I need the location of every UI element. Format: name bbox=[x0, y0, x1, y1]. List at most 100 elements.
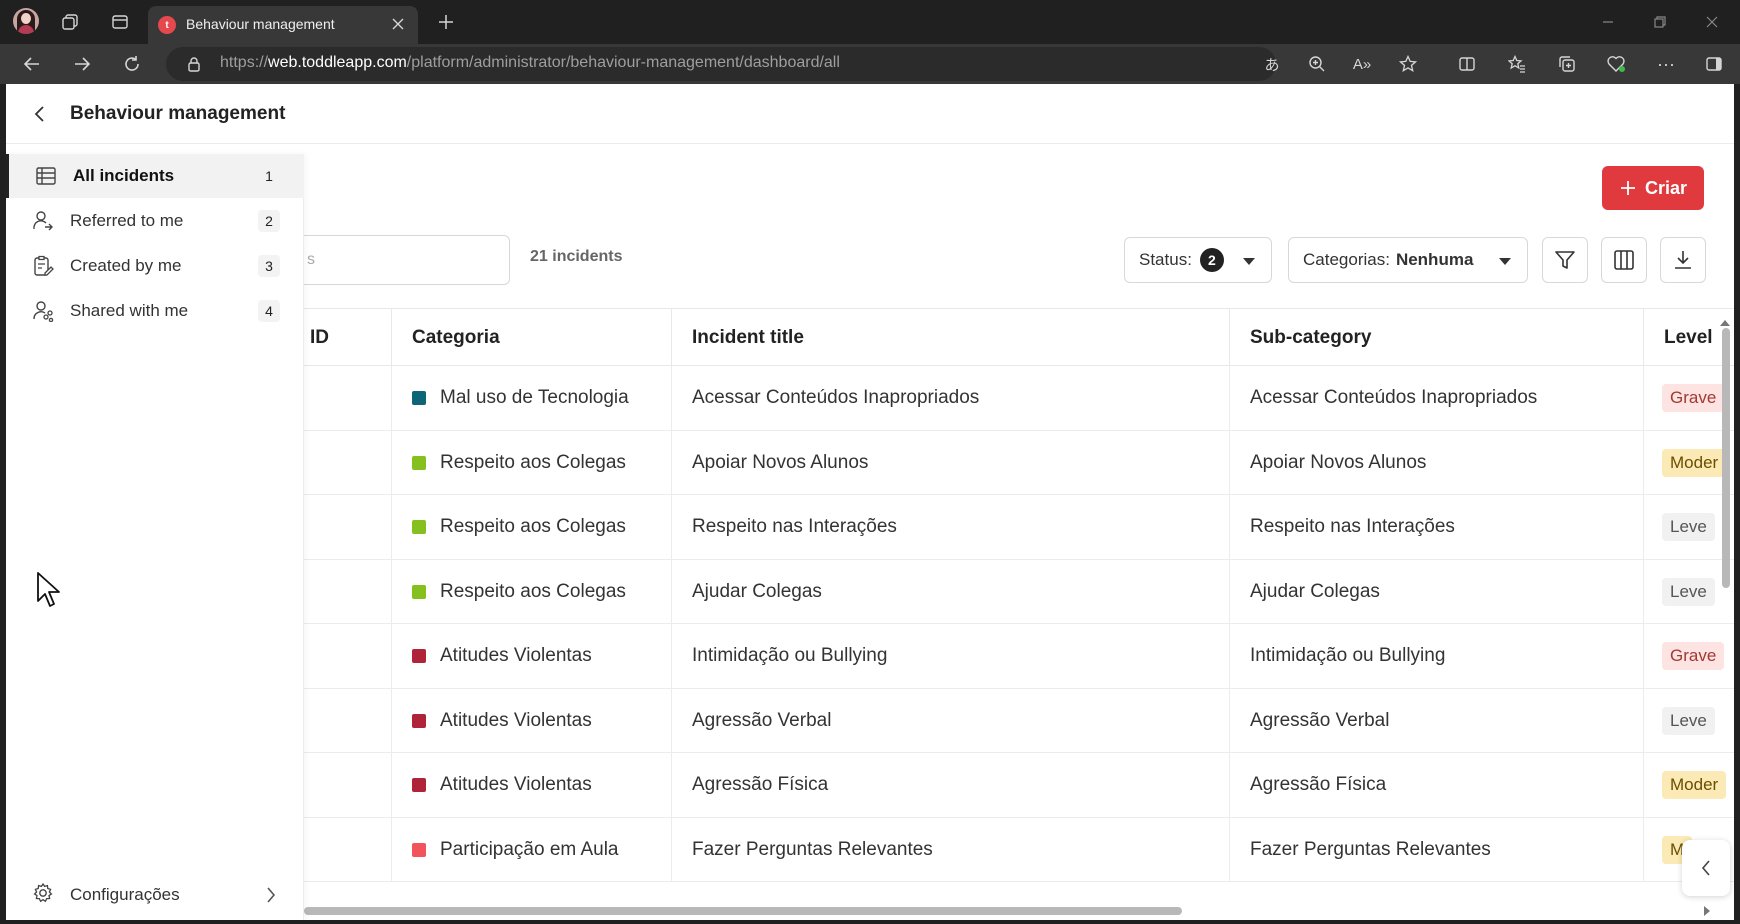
cell-incident-title[interactable]: Agressão Física bbox=[672, 753, 1230, 818]
cell-sub-category: Apoiar Novos Alunos bbox=[1230, 430, 1644, 495]
restore-icon[interactable] bbox=[1648, 10, 1672, 34]
user-referred-icon bbox=[32, 210, 54, 232]
settings-link[interactable]: Configurações bbox=[6, 870, 304, 920]
column-header-categoria[interactable]: Categoria bbox=[392, 309, 672, 367]
sidebar-item-referred-to-me[interactable]: Referred to me 2 bbox=[6, 199, 304, 243]
status-filter-label: Status: bbox=[1139, 250, 1192, 269]
cell-incident-title[interactable]: Acessar Conteúdos Inapropriados bbox=[672, 366, 1230, 431]
lock-icon[interactable] bbox=[182, 52, 206, 76]
refresh-icon[interactable] bbox=[120, 52, 144, 76]
back-button[interactable] bbox=[26, 100, 54, 128]
sidebar-item-shared-with-me[interactable]: Shared with me 4 bbox=[6, 289, 304, 333]
cell-incident-title[interactable]: Respeito nas Interações bbox=[672, 495, 1230, 560]
forward-icon[interactable] bbox=[70, 52, 94, 76]
sidebar-toggle-icon[interactable] bbox=[1702, 52, 1726, 76]
incident-count: 21 incidents bbox=[530, 248, 623, 265]
cell-sub-category: Fazer Perguntas Relevantes bbox=[1230, 817, 1644, 882]
cell-categoria: Atitudes Violentas bbox=[392, 753, 672, 818]
chevron-left-icon bbox=[34, 106, 44, 122]
mouse-pointer-icon bbox=[36, 571, 62, 614]
status-filter-dropdown[interactable]: Status: 2 bbox=[1124, 237, 1272, 283]
scroll-up-arrow-icon[interactable] bbox=[1720, 320, 1730, 326]
collapse-panel-button[interactable] bbox=[1682, 840, 1730, 896]
cell-level: Grave bbox=[1644, 624, 1734, 689]
tab-actions-icon[interactable] bbox=[108, 10, 132, 34]
browser-tab-active[interactable]: t Behaviour management bbox=[148, 6, 418, 44]
category-color-swatch bbox=[412, 649, 426, 664]
zoom-icon[interactable] bbox=[1305, 52, 1329, 76]
category-color-swatch bbox=[412, 455, 426, 470]
minimize-icon[interactable] bbox=[1596, 10, 1620, 34]
sidebar-item-created-by-me[interactable]: Created by me 3 bbox=[6, 244, 304, 288]
columns-button[interactable] bbox=[1601, 237, 1647, 283]
favorite-star-icon[interactable] bbox=[1396, 52, 1420, 76]
horizontal-scrollbar[interactable] bbox=[304, 907, 1182, 915]
create-button-label: Criar bbox=[1644, 177, 1688, 198]
sidebar-item-label: Created by me bbox=[70, 256, 182, 275]
create-button[interactable]: Criar bbox=[1602, 166, 1704, 210]
column-header-id[interactable]: ID bbox=[290, 309, 392, 367]
sidebar-item-label: Referred to me bbox=[70, 211, 184, 230]
collections-icon[interactable] bbox=[1555, 52, 1579, 76]
column-header-level[interactable]: Level bbox=[1644, 309, 1734, 367]
download-button[interactable] bbox=[1660, 237, 1706, 283]
more-options-icon[interactable]: ··· bbox=[1654, 52, 1678, 76]
cell-id bbox=[290, 624, 392, 689]
close-window-icon[interactable] bbox=[1700, 10, 1724, 34]
close-tab-icon[interactable] bbox=[386, 12, 410, 36]
read-aloud-icon[interactable]: A» bbox=[1350, 52, 1374, 76]
cell-sub-category: Agressão Física bbox=[1230, 753, 1644, 818]
level-badge: Leve bbox=[1662, 706, 1715, 735]
column-header-incident-title[interactable]: Incident title bbox=[672, 309, 1230, 367]
cell-categoria: Mal uso de Tecnologia bbox=[392, 366, 672, 431]
translate-icon[interactable]: あ bbox=[1260, 52, 1284, 76]
url-prefix: https:// bbox=[220, 54, 269, 71]
sidebar-item-all-incidents[interactable]: All incidents 1 bbox=[6, 154, 304, 198]
cell-id bbox=[290, 817, 392, 882]
category-color-swatch bbox=[412, 778, 426, 793]
browser-tab-bar: t Behaviour management bbox=[0, 0, 1740, 44]
cell-level: Leve bbox=[1644, 495, 1734, 560]
scroll-right-arrow-icon[interactable] bbox=[1704, 906, 1710, 916]
level-badge: Grave bbox=[1662, 642, 1725, 671]
clipboard-edit-icon bbox=[32, 255, 54, 277]
cell-categoria: Respeito aos Colegas bbox=[392, 495, 672, 560]
column-header-sub-category[interactable]: Sub-category bbox=[1230, 309, 1644, 367]
list-icon bbox=[35, 165, 57, 187]
profile-avatar[interactable] bbox=[13, 8, 39, 34]
vertical-scrollbar[interactable] bbox=[1722, 328, 1730, 588]
page-header: Behaviour management bbox=[6, 84, 1734, 144]
sidebar-item-count: 4 bbox=[258, 300, 280, 322]
back-icon[interactable] bbox=[20, 52, 44, 76]
cell-id bbox=[290, 559, 392, 624]
caret-down-icon bbox=[1499, 258, 1511, 265]
categories-filter-dropdown[interactable]: Categorias: Nenhuma bbox=[1288, 237, 1528, 283]
cell-incident-title[interactable]: Ajudar Colegas bbox=[672, 559, 1230, 624]
browser-essentials-icon[interactable] bbox=[1604, 52, 1628, 76]
category-color-swatch bbox=[412, 584, 426, 599]
sidebar-item-label: Shared with me bbox=[70, 301, 189, 320]
chevron-left-icon bbox=[1701, 860, 1710, 876]
cell-sub-category: Ajudar Colegas bbox=[1230, 559, 1644, 624]
split-screen-icon[interactable] bbox=[1455, 52, 1479, 76]
url-text[interactable]: https://web.toddleapp.com/platform/admin… bbox=[220, 54, 840, 72]
cell-sub-category: Respeito nas Interações bbox=[1230, 495, 1644, 560]
cell-id bbox=[290, 430, 392, 495]
cell-incident-title[interactable]: Fazer Perguntas Relevantes bbox=[672, 817, 1230, 882]
filter-button[interactable] bbox=[1542, 237, 1588, 283]
cell-categoria: Respeito aos Colegas bbox=[392, 559, 672, 624]
category-label: Respeito aos Colegas bbox=[440, 451, 626, 473]
category-color-swatch bbox=[412, 842, 426, 857]
cell-incident-title[interactable]: Apoiar Novos Alunos bbox=[672, 430, 1230, 495]
cell-incident-title[interactable]: Agressão Verbal bbox=[672, 688, 1230, 753]
cell-incident-title[interactable]: Intimidação ou Bullying bbox=[672, 624, 1230, 689]
categories-filter-label: Categorias: bbox=[1303, 250, 1390, 269]
url-path: /platform/administrator/behaviour-manage… bbox=[406, 54, 840, 71]
favorites-icon[interactable] bbox=[1505, 52, 1529, 76]
cell-categoria: Respeito aos Colegas bbox=[392, 430, 672, 495]
workspaces-icon[interactable] bbox=[58, 10, 82, 34]
sidebar-item-label: All incidents bbox=[73, 166, 175, 185]
category-label: Participação em Aula bbox=[440, 838, 619, 860]
new-tab-icon[interactable] bbox=[434, 10, 458, 34]
cell-id bbox=[290, 495, 392, 560]
